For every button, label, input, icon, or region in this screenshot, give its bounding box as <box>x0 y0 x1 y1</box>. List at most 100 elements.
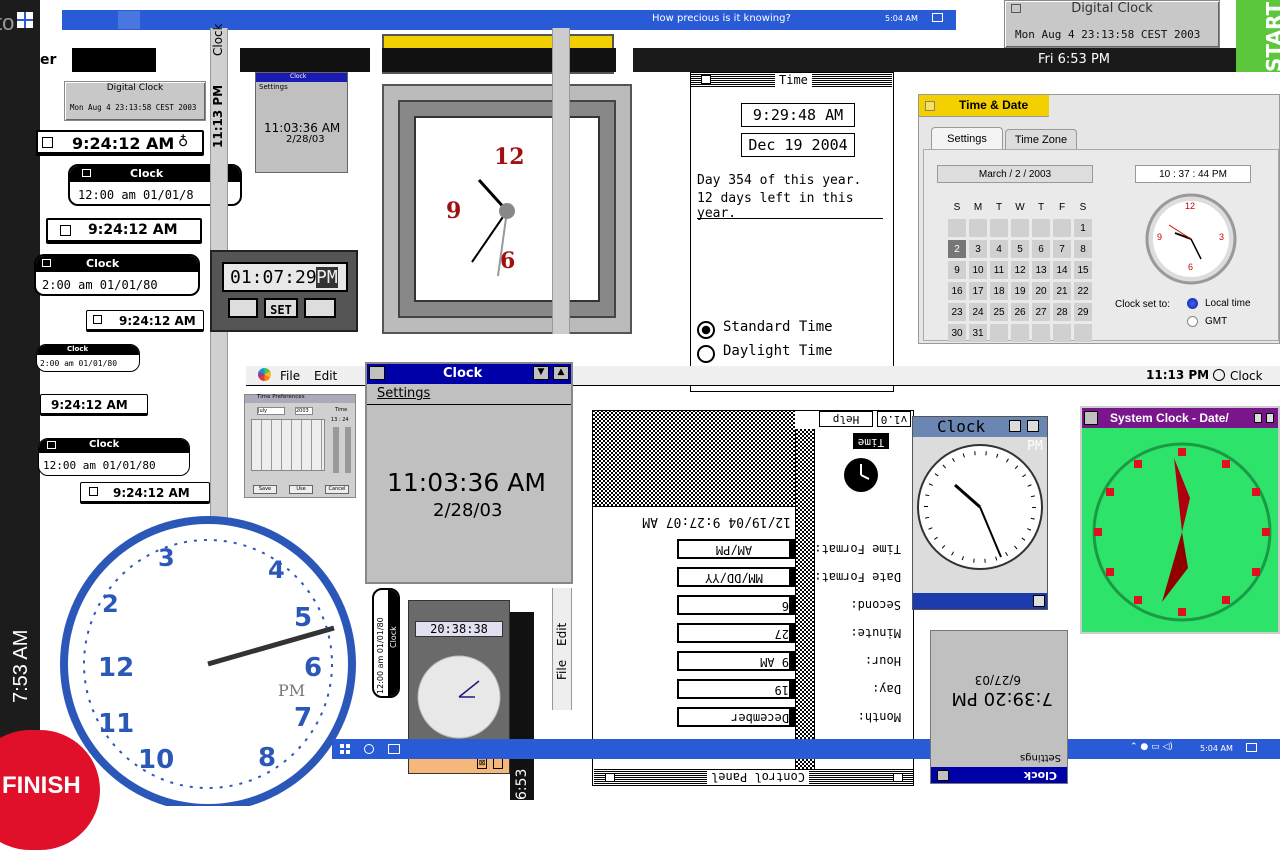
calendar-week[interactable]: 23 24 25 26 27 28 29 <box>948 303 1092 321</box>
lcd-time: 01:07:29 <box>230 267 317 288</box>
maximize-icon[interactable]: ▲ <box>553 366 569 380</box>
control-panel-help[interactable]: Help <box>819 411 873 427</box>
system-clock-min-icon[interactable] <box>1254 413 1262 423</box>
mini-clock-4[interactable]: 9:24:12 AM <box>40 394 148 416</box>
gray-clock-close-icon[interactable] <box>937 770 949 781</box>
menu-file[interactable]: File <box>280 369 300 383</box>
checkbox-icon[interactable] <box>93 315 102 324</box>
resize-icon[interactable] <box>1033 595 1045 607</box>
time-date-window[interactable]: Time & Date Settings Time Zone March / 2… <box>918 94 1280 344</box>
time-date-close-icon[interactable] <box>925 101 935 111</box>
lcd-set-button[interactable]: SET <box>264 298 298 318</box>
calendar-grid[interactable]: SMTWTFS 1 2345678 9 10 11 12 13 14 15 16 17 18 19… <box>945 195 1095 345</box>
pill-clock-3[interactable]: Clock 2:00 am 01/01/80 <box>36 344 140 372</box>
lcd-clock[interactable]: 01:07:29 PM SET <box>210 250 358 332</box>
close-icon[interactable] <box>1011 4 1021 13</box>
vertical-menu-edit[interactable]: Edit <box>555 623 569 646</box>
time-da-time[interactable]: 9:29:48 AM <box>741 103 855 127</box>
mini-clock-5[interactable]: 9:24:12 AM <box>80 482 210 504</box>
radio-daylight[interactable] <box>697 343 715 363</box>
time-prefs-year[interactable]: 2003 <box>295 407 313 415</box>
checkbox-icon[interactable] <box>42 137 53 148</box>
lcd-blank-button[interactable] <box>304 298 336 318</box>
time-prefs-use-button[interactable]: Use <box>289 485 313 494</box>
time-prefs-calendar[interactable] <box>251 419 325 471</box>
small-clock-menu[interactable]: Settings <box>259 83 288 91</box>
digital-clock-window-small[interactable]: Digital Clock Mon Aug 4 23:13:58 CEST 20… <box>64 81 206 121</box>
menubar-clock[interactable]: Clock <box>1230 369 1263 383</box>
time-field[interactable]: 10 : 37 : 44 PM <box>1135 165 1251 183</box>
time-da-window[interactable]: Time 9:29:48 AM Dec 19 2004 Day 354 of t… <box>690 72 894 392</box>
calendar-week[interactable]: 1 <box>948 219 1092 237</box>
system-clock-menu-icon[interactable] <box>1084 411 1098 425</box>
calendar-week[interactable]: 2345678 <box>948 240 1092 258</box>
bottom-windows-logo-icon[interactable] <box>340 744 350 754</box>
big-clock-window[interactable]: Clock ▼ ▲ Settings 11:03:36 AM 2/28/03 <box>365 362 573 584</box>
vertical-menu-file[interactable]: File <box>555 660 569 680</box>
pill-clock-1-box-icon[interactable] <box>82 169 91 177</box>
radio-gmt[interactable] <box>1187 316 1198 327</box>
big-clock-menu[interactable]: Settings <box>377 386 430 401</box>
cp-row-5-value[interactable]: 19 <box>677 679 795 699</box>
radio-local-time[interactable] <box>1187 298 1198 309</box>
windows-logo-icon[interactable] <box>17 12 33 28</box>
big-clock-title: Clock <box>443 366 483 381</box>
cp-row-6-value[interactable]: December <box>677 707 795 727</box>
time-prefs-month[interactable]: July <box>257 407 285 415</box>
calendar-week[interactable]: 30 31 <box>948 324 1092 342</box>
time-preferences-window[interactable]: Time Preferences July 2003 Time 13 : 24 … <box>244 394 356 498</box>
zoom-icon[interactable] <box>1027 420 1039 432</box>
mini-clock-2[interactable]: 9:24:12 AM <box>46 218 202 244</box>
cp-row-1-value[interactable]: MM/DD/YY <box>677 567 795 587</box>
time-prefs-slider-1[interactable] <box>333 427 339 473</box>
menu-edit[interactable]: Edit <box>314 369 337 383</box>
calendar-week[interactable]: 9 10 11 12 13 14 15 <box>948 261 1092 279</box>
time-prefs-save-button[interactable]: Save <box>253 485 277 494</box>
digital-clock-window-top[interactable]: Digital Clock Mon Aug 4 23:13:58 CEST 20… <box>1004 0 1220 48</box>
cp-row-2-value[interactable]: 6 <box>677 595 795 615</box>
minimize-icon[interactable]: ▼ <box>533 366 549 380</box>
system-clock-window[interactable]: System Clock - Date/ <box>1080 406 1280 634</box>
pill-clock-4[interactable]: Clock 12:00 am 01/01/80 <box>38 438 190 476</box>
control-panel-scrollbar[interactable] <box>795 429 815 769</box>
mac-clock-window[interactable]: Clock PM <box>912 416 1048 610</box>
gray-clock-menu[interactable]: Settings <box>1020 752 1061 763</box>
system-clock-max-icon[interactable] <box>1266 413 1274 423</box>
cp-row-3-value[interactable]: 27 <box>677 623 795 643</box>
svg-text:3: 3 <box>158 544 175 572</box>
calendar-week[interactable]: 16 17 18 19 20 21 22 <box>948 282 1092 300</box>
pill-clock-2-box-icon[interactable] <box>42 259 51 267</box>
pill-clock-2[interactable]: Clock 2:00 am 01/01/80 <box>34 254 200 296</box>
cp-row-4-value[interactable]: 9 AM <box>677 651 795 671</box>
system-menu-icon[interactable] <box>369 366 385 380</box>
checkbox-icon[interactable] <box>60 225 71 236</box>
small-clock-window[interactable]: Clock Settings 11:03:36 AM 2/28/03 <box>255 72 348 173</box>
bottom-notification-icon[interactable] <box>1246 743 1257 752</box>
mini-clock-3[interactable]: 9:24:12 AM <box>86 310 204 332</box>
top-taskbar-notification-icon[interactable] <box>932 13 943 22</box>
tab-time-zone[interactable]: Time Zone <box>1005 129 1077 149</box>
gray-clock-window[interactable]: Clock Settings 7:39:20 PM 6/27/03 <box>930 630 1068 784</box>
time-prefs-cancel-button[interactable]: Cancel <box>325 485 349 494</box>
control-panel-time-tab[interactable]: Time <box>853 433 889 449</box>
radio-standard[interactable] <box>697 319 715 339</box>
bottom-search-icon[interactable] <box>364 744 374 754</box>
bell-icon: ♁ <box>178 134 189 150</box>
time-da-close-box[interactable] <box>701 75 711 84</box>
control-panel-zoom[interactable] <box>605 773 615 782</box>
time-da-date[interactable]: Dec 19 2004 <box>741 133 855 157</box>
cp-row-0-value[interactable]: AM/PM <box>677 539 795 559</box>
apple-icon[interactable] <box>258 368 271 381</box>
mini-clock-1[interactable]: 9:24:12 AM ♁ <box>36 130 204 156</box>
collapse-icon[interactable] <box>1009 420 1021 432</box>
date-field[interactable]: March / 2 / 2003 <box>937 165 1093 183</box>
pill-clock-4-box-icon[interactable] <box>47 441 56 449</box>
bottom-tray-icons[interactable]: ⌃ ● ▭ ◁) <box>1130 742 1173 752</box>
checkbox-icon[interactable] <box>89 487 98 496</box>
tab-settings[interactable]: Settings <box>931 127 1003 149</box>
lcd-clock-icon[interactable] <box>228 298 258 318</box>
control-panel-window[interactable]: Control Panel v1.0 Help Time 12/19/04 9:… <box>592 410 914 786</box>
control-panel-close[interactable] <box>893 773 903 782</box>
bottom-task-view-icon[interactable] <box>388 744 400 754</box>
time-prefs-slider-2[interactable] <box>345 427 351 473</box>
